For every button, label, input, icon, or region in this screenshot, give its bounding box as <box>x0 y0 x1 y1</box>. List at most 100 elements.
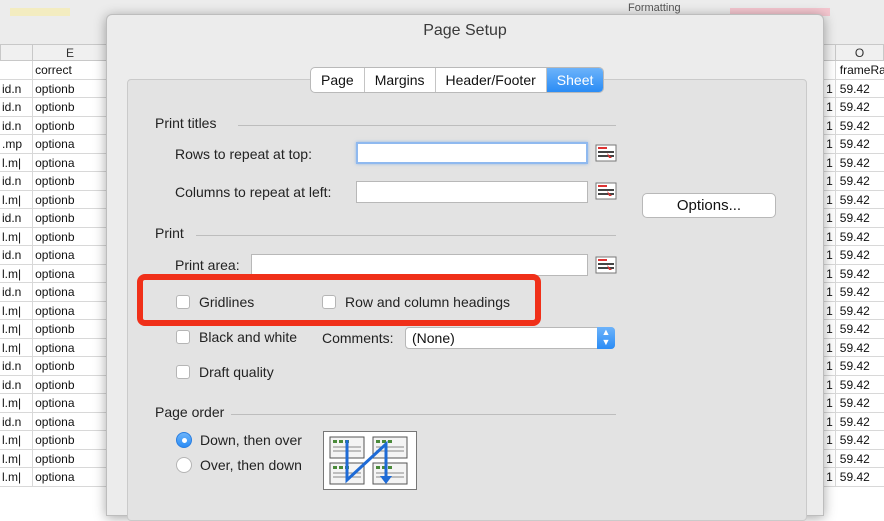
cell[interactable]: 1 <box>822 468 836 486</box>
draft-quality-checkbox[interactable] <box>176 365 190 379</box>
cell[interactable]: .mp <box>0 135 34 153</box>
cell[interactable]: id.n <box>0 283 34 301</box>
column-header-o[interactable]: O <box>835 44 884 61</box>
cell[interactable]: correct <box>33 61 108 79</box>
cell[interactable] <box>0 61 34 79</box>
cell[interactable]: id.n <box>0 412 34 430</box>
cell[interactable]: frameRa <box>836 61 884 79</box>
cell[interactable]: optionb <box>33 117 108 135</box>
cell[interactable]: optionb <box>33 357 108 375</box>
cell[interactable]: l.m| <box>0 468 34 486</box>
cell[interactable]: optionb <box>33 320 108 338</box>
cell[interactable]: 1 <box>822 301 836 319</box>
range-select-icon[interactable] <box>595 144 617 162</box>
down-then-over-radio[interactable] <box>176 432 192 448</box>
cell[interactable]: 59.42 <box>836 376 884 394</box>
cell[interactable]: optionb <box>33 228 108 246</box>
cell[interactable]: l.m| <box>0 449 34 467</box>
cell[interactable]: 59.42 <box>836 228 884 246</box>
rows-to-repeat-input[interactable] <box>356 142 588 164</box>
cell[interactable]: 59.42 <box>836 413 884 431</box>
cell[interactable]: 59.42 <box>836 209 884 227</box>
cell[interactable]: id.n <box>0 246 34 264</box>
cell[interactable]: l.m| <box>0 394 34 412</box>
cell[interactable]: 59.42 <box>836 135 884 153</box>
over-then-down-radio[interactable] <box>176 457 192 473</box>
cell[interactable]: 1 <box>822 338 836 356</box>
black-and-white-option[interactable]: Black and white <box>176 329 297 345</box>
cell[interactable]: id.n <box>0 357 34 375</box>
gridlines-option[interactable]: Gridlines <box>176 294 254 310</box>
cell[interactable]: optiona <box>33 283 108 301</box>
cell[interactable]: 1 <box>822 190 836 208</box>
cell[interactable]: 59.42 <box>836 172 884 190</box>
cell[interactable]: 1 <box>822 357 836 375</box>
cell[interactable]: 59.42 <box>836 357 884 375</box>
cell[interactable]: optiona <box>33 468 108 486</box>
cell[interactable]: 59.42 <box>836 283 884 301</box>
column-header-d[interactable] <box>0 44 33 61</box>
cell[interactable]: optiona <box>33 339 108 357</box>
cell[interactable]: optionb <box>33 80 108 98</box>
draft-quality-option[interactable]: Draft quality <box>176 364 274 380</box>
cell[interactable]: optionb <box>33 209 108 227</box>
cell[interactable]: optionb <box>33 376 108 394</box>
cell[interactable]: 1 <box>822 264 836 282</box>
cell[interactable]: 1 <box>822 116 836 134</box>
cell[interactable]: optiona <box>33 394 108 412</box>
cell[interactable]: 1 <box>822 135 836 153</box>
cell[interactable]: 1 <box>822 79 836 97</box>
cell[interactable]: 1 <box>822 283 836 301</box>
cell[interactable]: optiona <box>33 135 108 153</box>
cell[interactable]: id.n <box>0 98 34 116</box>
cell[interactable]: optionb <box>33 172 108 190</box>
cell[interactable]: l.m| <box>0 338 34 356</box>
column-header-n[interactable] <box>822 44 836 61</box>
cell[interactable]: 1 <box>822 320 836 338</box>
tab-margins[interactable]: Margins <box>365 68 436 92</box>
cell[interactable]: id.n <box>0 209 34 227</box>
cell[interactable]: 59.42 <box>836 302 884 320</box>
range-select-icon[interactable] <box>595 182 617 200</box>
cell[interactable]: 1 <box>822 227 836 245</box>
print-area-input[interactable] <box>251 254 588 276</box>
cell[interactable]: 1 <box>822 98 836 116</box>
cell[interactable]: 59.42 <box>836 468 884 486</box>
cell[interactable]: 1 <box>822 209 836 227</box>
cell[interactable] <box>822 61 836 79</box>
cell[interactable]: 1 <box>822 172 836 190</box>
cell[interactable]: 59.42 <box>836 339 884 357</box>
row-column-headings-checkbox[interactable] <box>322 295 336 309</box>
column-header-e[interactable]: E <box>32 44 108 61</box>
comments-select[interactable]: (None) ▲ ▼ <box>405 327 615 349</box>
cell[interactable]: l.m| <box>0 431 34 449</box>
cell[interactable]: optiona <box>33 265 108 283</box>
cell[interactable]: 1 <box>822 153 836 171</box>
cell[interactable]: l.m| <box>0 264 34 282</box>
over-then-down-option[interactable]: Over, then down <box>176 457 302 473</box>
cell[interactable]: 59.42 <box>836 450 884 468</box>
cell[interactable]: l.m| <box>0 301 34 319</box>
tab-sheet[interactable]: Sheet <box>546 68 604 92</box>
cell[interactable]: 59.42 <box>836 431 884 449</box>
cell[interactable]: optiona <box>33 246 108 264</box>
cell[interactable]: l.m| <box>0 190 34 208</box>
cell[interactable]: optiona <box>33 302 108 320</box>
cell[interactable]: optionb <box>33 191 108 209</box>
cell[interactable]: 59.42 <box>836 394 884 412</box>
cell[interactable]: 59.42 <box>836 191 884 209</box>
cell[interactable]: id.n <box>0 172 34 190</box>
cell[interactable]: id.n <box>0 79 34 97</box>
cell[interactable]: 1 <box>822 246 836 264</box>
tab-page[interactable]: Page <box>311 68 365 92</box>
cell[interactable]: optionb <box>33 450 108 468</box>
cell[interactable]: 1 <box>822 375 836 393</box>
cell[interactable]: 59.42 <box>836 154 884 172</box>
columns-to-repeat-input[interactable] <box>356 181 588 203</box>
cell[interactable]: 59.42 <box>836 246 884 264</box>
cell[interactable]: 1 <box>822 394 836 412</box>
cell[interactable]: 1 <box>822 431 836 449</box>
toolbar-formatting-label[interactable]: Formatting <box>628 2 681 14</box>
cell[interactable]: 59.42 <box>836 265 884 283</box>
cell[interactable]: 59.42 <box>836 80 884 98</box>
